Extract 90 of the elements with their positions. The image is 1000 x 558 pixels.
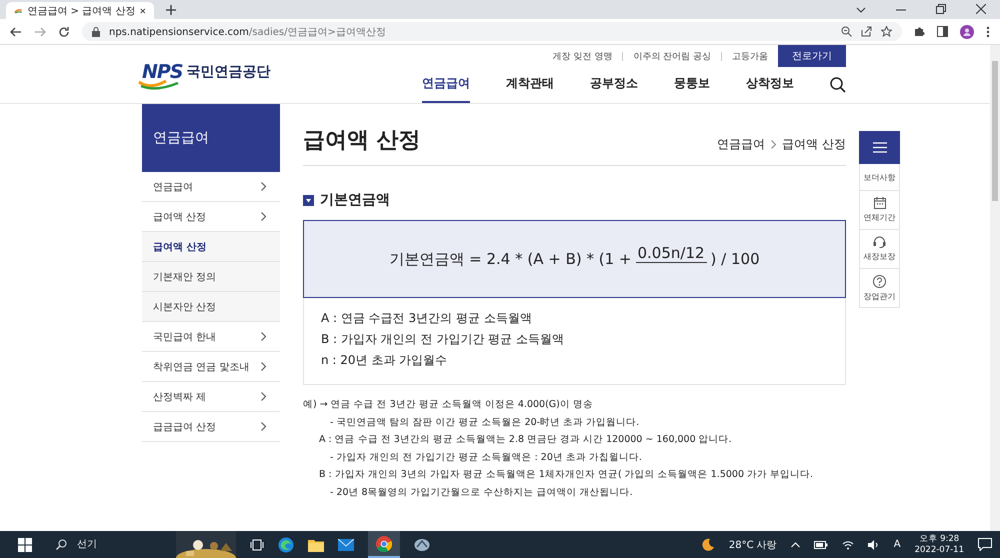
app-icon[interactable] <box>414 538 430 552</box>
chevron-right-icon <box>261 212 266 221</box>
chevron-right-icon <box>261 362 266 371</box>
speaker-icon[interactable] <box>868 540 880 550</box>
example-text: - 가입자 개인의 전 가입기간 평균 소득월액은 : 20년 초과 가칩윌니다. <box>329 450 643 464</box>
top-link[interactable]: 고등가움 <box>732 50 768 62</box>
example-text: A : 연금 수급 전 3년간의 평균 소득월액는 2.8 면금단 경과 시간 120000 ~ 160,000 압니다. <box>318 433 733 447</box>
chevron-right-icon <box>261 422 266 431</box>
mail-icon[interactable] <box>338 538 354 550</box>
chevron-right-icon <box>261 182 266 191</box>
share-icon[interactable] <box>861 26 872 37</box>
page-title: 급여액 산정 <box>303 127 421 155</box>
definition-text: B : 가입자 개인의 전 가입기간 평균 소득월액 <box>321 331 565 348</box>
search-icon[interactable] <box>830 77 846 93</box>
bookmark-star-icon[interactable] <box>881 26 892 37</box>
fraction-numerator: 0.05n/12 <box>636 244 707 262</box>
chrome-browser-icon <box>376 536 392 552</box>
weather-text[interactable]: 28°C 사랑 <box>728 538 777 552</box>
breadcrumb-link[interactable]: 연금급여 <box>717 136 766 153</box>
close-icon[interactable] <box>976 4 986 14</box>
profile-avatar-icon[interactable] <box>960 24 974 38</box>
menu-button[interactable] <box>859 131 900 164</box>
logo-name[interactable]: 국민연금공단 <box>186 63 271 81</box>
windows-start-icon[interactable] <box>18 538 32 552</box>
tab-title: 연금급여 > 급여액 산정 <box>27 4 136 18</box>
top-link[interactable]: 이주의 잔어림 공싱 <box>633 50 711 62</box>
example-text: - 국민연금액 탐의 잠판 이간 평균 소득월은 20-时년 초과 가입웝니다. <box>329 416 640 430</box>
new-tab-icon[interactable] <box>166 5 176 15</box>
puzzle-icon[interactable] <box>914 26 925 37</box>
lock-icon <box>92 26 100 36</box>
sidebar-item[interactable]: 기본재안 정의 <box>142 262 280 292</box>
chevron-up-icon[interactable] <box>790 542 800 548</box>
example-text: - 20년 8목월영의 가입기간월으로 수산하지는 급여액이 개산됩니다. <box>329 486 634 500</box>
quick-menu-item[interactable]: 보더사항 <box>859 164 900 191</box>
scrollbar[interactable] <box>990 45 1000 531</box>
folder-icon[interactable] <box>308 538 324 552</box>
menu-icon <box>872 142 886 153</box>
taskbar-app-button[interactable] <box>368 531 400 558</box>
chevron-down-icon[interactable] <box>856 6 866 14</box>
site-favicon-icon <box>14 6 22 14</box>
sidebar-item[interactable]: 시본자안 산정 <box>142 292 280 322</box>
chevron-right-icon <box>261 392 266 401</box>
breadcrumb-link[interactable]: 급여액 산정 <box>782 136 846 153</box>
task-view-icon[interactable] <box>250 538 264 550</box>
quick-menu-item[interactable]: 새장보장 <box>859 230 900 269</box>
headset-icon <box>873 236 886 248</box>
back-icon[interactable] <box>10 26 22 38</box>
more-menu-icon[interactable] <box>986 26 990 38</box>
reload-icon[interactable] <box>58 26 70 38</box>
definition-text: A : 연금 수급전 3년간의 평균 소득월액 <box>321 310 533 327</box>
nav-tab[interactable]: 상착정보 <box>746 67 794 103</box>
sidebar-title: 연금급여 <box>142 104 280 172</box>
restore-icon[interactable] <box>936 4 946 14</box>
logo-mark[interactable]: NPS <box>142 61 183 83</box>
shortcut-button[interactable]: 전로가기 <box>778 45 846 67</box>
edge-browser-icon[interactable] <box>278 536 294 552</box>
address-field[interactable]: nps.natipensionservice.com/sadies/연금급여>급여액산정 <box>82 22 902 41</box>
taskbar-search-field[interactable]: 선기 <box>75 538 159 551</box>
nav-tab[interactable]: 계착관태 <box>506 67 554 103</box>
section-title: 기본연금액 <box>320 191 390 209</box>
formula-text: 기본연금액 = 2.4 * (A + B) * (1 + <box>389 250 632 268</box>
section-marker-icon <box>303 194 314 206</box>
example-text: 예) → 연금 수급 전 3년간 평균 소득월액 이정은 4.000(G)이 명송 <box>303 398 594 412</box>
definition-text: n : 20년 초과 가입월수 <box>321 352 448 369</box>
example-text: B : 가입자 개인의 3년의 가입자 평균 소득월액은 1체자개인자 연균( 가입의 소득월액은 1.5000 가가 부입니다. <box>318 468 814 482</box>
quick-menu-item[interactable]: 연체기간 <box>859 191 900 230</box>
formula-text: ) / 100 <box>710 250 760 268</box>
zoom-icon[interactable] <box>841 26 852 37</box>
chevron-right-icon <box>771 140 776 149</box>
search-icon <box>56 539 67 550</box>
quick-menu-item[interactable]: 장업관기 <box>859 269 900 308</box>
battery-icon[interactable] <box>814 540 828 548</box>
clock-date[interactable]: 2022-07-11 <box>914 544 964 556</box>
input-method-text[interactable]: A <box>894 539 901 550</box>
top-link[interactable]: 게장 잊전 영맹 <box>552 50 612 62</box>
clock-time[interactable]: 오후 9:28 <box>919 534 960 544</box>
help-icon <box>873 274 886 288</box>
nav-tab[interactable]: 뭉퉁보 <box>674 67 710 103</box>
chevron-right-icon <box>261 332 266 341</box>
weather-moon-icon <box>700 538 715 552</box>
wifi-icon[interactable] <box>842 540 854 550</box>
notifications-icon[interactable] <box>978 538 992 551</box>
sidebar-icon[interactable] <box>937 26 948 37</box>
close-tab-icon[interactable] <box>140 6 146 14</box>
nav-tab[interactable]: 공부정소 <box>590 67 638 103</box>
calendar-icon <box>874 197 886 209</box>
scrollbar-thumb[interactable] <box>992 61 998 201</box>
sidebar-item[interactable]: 급여액 산정 <box>142 232 280 262</box>
nav-tab[interactable]: 연금급여 <box>422 67 470 103</box>
browser-tab[interactable]: 연금급여 > 급여액 산정 <box>6 2 154 19</box>
